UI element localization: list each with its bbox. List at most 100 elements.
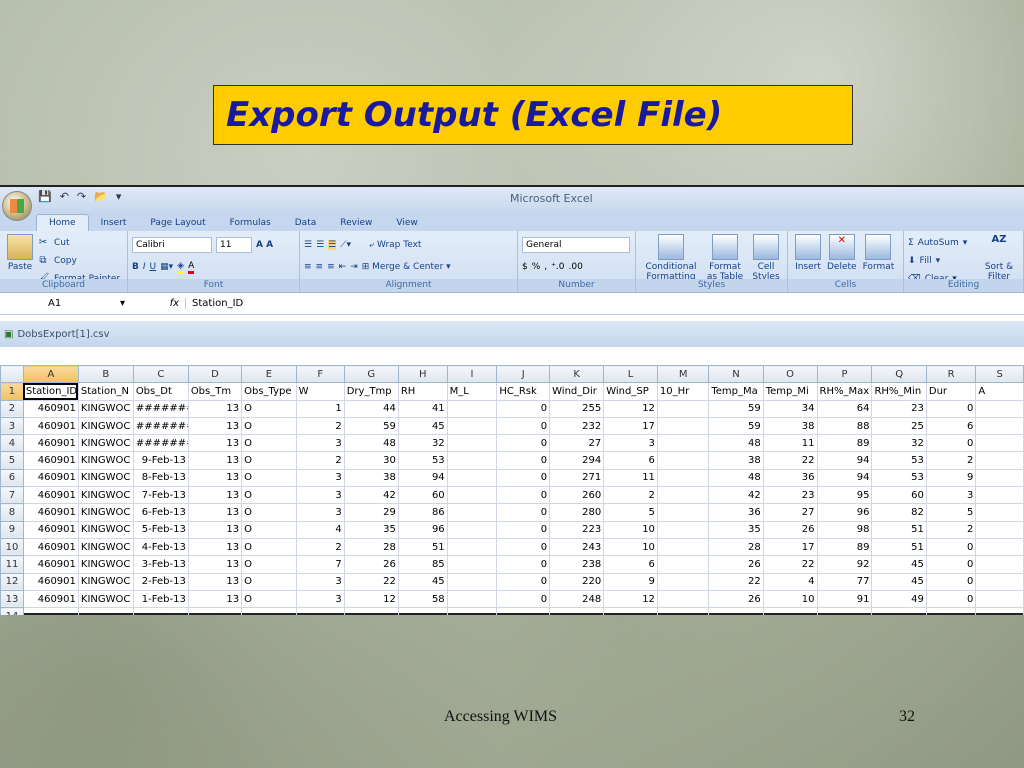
cell[interactable]: 0 [925, 572, 977, 591]
cell[interactable]: 28 [343, 537, 399, 557]
cell[interactable]: 0 [925, 555, 977, 574]
cell[interactable]: 0 [496, 416, 551, 436]
cell[interactable]: 51 [871, 520, 927, 539]
cell[interactable] [656, 434, 710, 453]
cell[interactable]: 30 [343, 451, 399, 470]
cell[interactable] [187, 607, 243, 615]
cell[interactable]: KINGWOC [77, 537, 134, 557]
cell[interactable]: 255 [549, 399, 605, 418]
cell[interactable]: 89 [816, 537, 873, 557]
cell[interactable] [446, 607, 498, 615]
cell[interactable] [656, 520, 710, 539]
cell[interactable] [77, 607, 134, 615]
merge-center-button[interactable]: ⊞ Merge & Center ▾ [362, 262, 451, 272]
cell[interactable]: O [241, 572, 297, 591]
cell[interactable]: 6 [925, 416, 977, 436]
undo-icon[interactable]: ↶ [60, 190, 69, 203]
row-header[interactable]: 7 [0, 486, 24, 505]
cell[interactable]: RH%_Max [816, 382, 873, 401]
cell[interactable]: 0 [925, 537, 977, 557]
cell[interactable]: 49 [871, 589, 927, 609]
cell[interactable] [975, 520, 1024, 539]
cell[interactable] [656, 468, 710, 488]
cell[interactable]: 2 [295, 451, 345, 470]
cell[interactable]: KINGWOC [77, 555, 134, 574]
cell[interactable]: 42 [343, 486, 399, 505]
cell[interactable]: 11 [762, 434, 818, 453]
cell[interactable]: 48 [708, 468, 764, 488]
cell[interactable] [446, 486, 498, 505]
cell[interactable]: 22 [343, 572, 399, 591]
cell[interactable]: 10 [603, 520, 658, 539]
cell[interactable]: 85 [397, 555, 448, 574]
cell[interactable] [446, 416, 498, 436]
cell[interactable]: 460901 [22, 520, 79, 539]
cell[interactable]: 460901 [22, 434, 79, 453]
cell[interactable]: 59 [708, 399, 764, 418]
cell[interactable]: 42 [708, 486, 764, 505]
cell[interactable]: 248 [549, 589, 605, 609]
cell[interactable]: 38 [343, 468, 399, 488]
cell[interactable]: 5 [925, 503, 977, 522]
cell[interactable]: 223 [549, 520, 605, 539]
currency-button[interactable]: $ [522, 262, 528, 272]
cell[interactable]: 94 [816, 451, 873, 470]
cell[interactable]: 13 [187, 486, 243, 505]
column-header[interactable]: S [975, 365, 1024, 384]
cell[interactable]: 53 [397, 451, 448, 470]
cell[interactable]: 4-Feb-13 [132, 537, 189, 557]
cell[interactable]: 2 [295, 416, 345, 436]
align-bottom-icon[interactable]: ☰ [328, 240, 337, 250]
cell[interactable] [975, 416, 1024, 436]
align-middle-icon[interactable]: ☰ [316, 240, 324, 250]
cell[interactable]: KINGWOC [77, 486, 134, 505]
cell[interactable]: 3 [295, 486, 345, 505]
cell[interactable] [975, 434, 1024, 453]
cell[interactable]: 0 [496, 537, 551, 557]
cell[interactable] [446, 572, 498, 591]
cell[interactable]: KINGWOC [77, 434, 134, 453]
cell[interactable]: 0 [496, 555, 551, 574]
row-header[interactable]: 2 [0, 399, 24, 418]
column-header[interactable]: L [603, 365, 658, 384]
row-header[interactable]: 13 [0, 589, 24, 609]
cell[interactable] [446, 503, 498, 522]
cell[interactable]: 96 [816, 503, 873, 522]
cell[interactable]: 13 [187, 399, 243, 418]
cell[interactable]: Obs_Tm [187, 382, 243, 401]
cell[interactable]: O [241, 399, 297, 418]
cell[interactable] [656, 572, 710, 591]
cell[interactable]: 25 [871, 416, 927, 436]
cell[interactable]: 1 [295, 399, 345, 418]
orientation-icon[interactable]: ⟋▾ [340, 240, 351, 250]
cell[interactable] [603, 607, 658, 615]
cell[interactable]: O [241, 537, 297, 557]
cell[interactable]: 45 [397, 416, 448, 436]
cell[interactable]: 22 [708, 572, 764, 591]
cell[interactable]: 0 [496, 399, 551, 418]
cell[interactable]: 27 [762, 503, 818, 522]
tab-insert[interactable]: Insert [89, 215, 139, 231]
cell[interactable] [446, 520, 498, 539]
cell[interactable]: 10 [762, 589, 818, 609]
cell[interactable]: 0 [496, 451, 551, 470]
cell[interactable] [446, 451, 498, 470]
cell[interactable]: 6 [603, 451, 658, 470]
cell[interactable]: Wind_SP [603, 382, 658, 401]
cell[interactable]: 5-Feb-13 [132, 520, 189, 539]
cell[interactable]: 26 [762, 520, 818, 539]
column-header[interactable]: E [241, 365, 297, 384]
cell[interactable]: 60 [871, 486, 927, 505]
cell[interactable]: 44 [343, 399, 399, 418]
cell[interactable]: 91 [816, 589, 873, 609]
cell[interactable]: W [295, 382, 345, 401]
cell[interactable]: 26 [708, 589, 764, 609]
column-header[interactable]: R [925, 365, 977, 384]
cell[interactable]: 36 [762, 468, 818, 488]
cell[interactable]: RH%_Min [871, 382, 927, 401]
cell[interactable] [975, 555, 1024, 574]
spreadsheet-grid[interactable]: A B C D E F G H I J K L M N O P Q R S 1 Station_ID Station_N O… [0, 365, 1024, 615]
cell[interactable]: 12 [603, 399, 658, 418]
cell[interactable] [132, 607, 189, 615]
cell[interactable]: 59 [343, 416, 399, 436]
